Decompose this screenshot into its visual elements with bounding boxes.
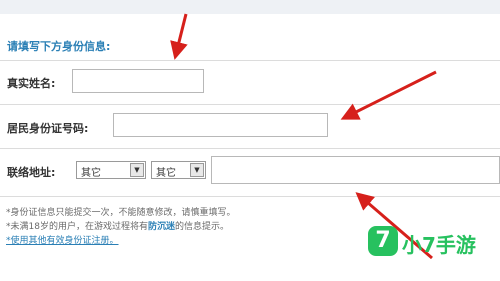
notes: *身份证信息只能提交一次，不能随意修改，请慎重填写。 *未满18岁的用户，在游戏…	[6, 206, 236, 248]
chevron-down-icon: ▼	[190, 163, 204, 177]
divider	[0, 104, 500, 105]
city-select-value: 其它	[156, 168, 176, 179]
province-select[interactable]: 其它 ▼	[76, 161, 146, 179]
divider	[0, 60, 500, 61]
real-name-label: 真实姓名:	[7, 77, 56, 90]
divider	[0, 196, 500, 197]
top-strip	[0, 0, 500, 14]
anti-addiction-text: 防沉迷	[147, 222, 175, 232]
chevron-down-icon: ▼	[130, 163, 144, 177]
note-text: *未满18岁的用户，在游戏过程将有	[6, 222, 148, 232]
arrow-annotation	[170, 13, 188, 60]
id-number-input[interactable]	[113, 113, 328, 137]
note-line: *未满18岁的用户，在游戏过程将有防沉迷的信息提示。	[6, 220, 236, 234]
real-name-input[interactable]	[72, 69, 204, 93]
address-label: 联络地址:	[7, 166, 56, 179]
note-text: 的信息提示。	[174, 222, 229, 232]
section-title: 请填写下方身份信息:	[7, 40, 111, 53]
id-number-label: 居民身份证号码:	[7, 122, 89, 135]
province-select-value: 其它	[81, 168, 101, 179]
divider	[0, 148, 500, 149]
watermark-text: 小7手游	[402, 233, 476, 257]
watermark-badge: 7	[368, 226, 398, 256]
other-id-register-link[interactable]: *使用其他有效身份证注册。	[6, 234, 236, 248]
note-line: *身份证信息只能提交一次，不能随意修改，请慎重填写。	[6, 208, 236, 218]
arrow-annotation	[340, 70, 437, 120]
city-select[interactable]: 其它 ▼	[151, 161, 206, 179]
address-input[interactable]	[211, 156, 500, 184]
